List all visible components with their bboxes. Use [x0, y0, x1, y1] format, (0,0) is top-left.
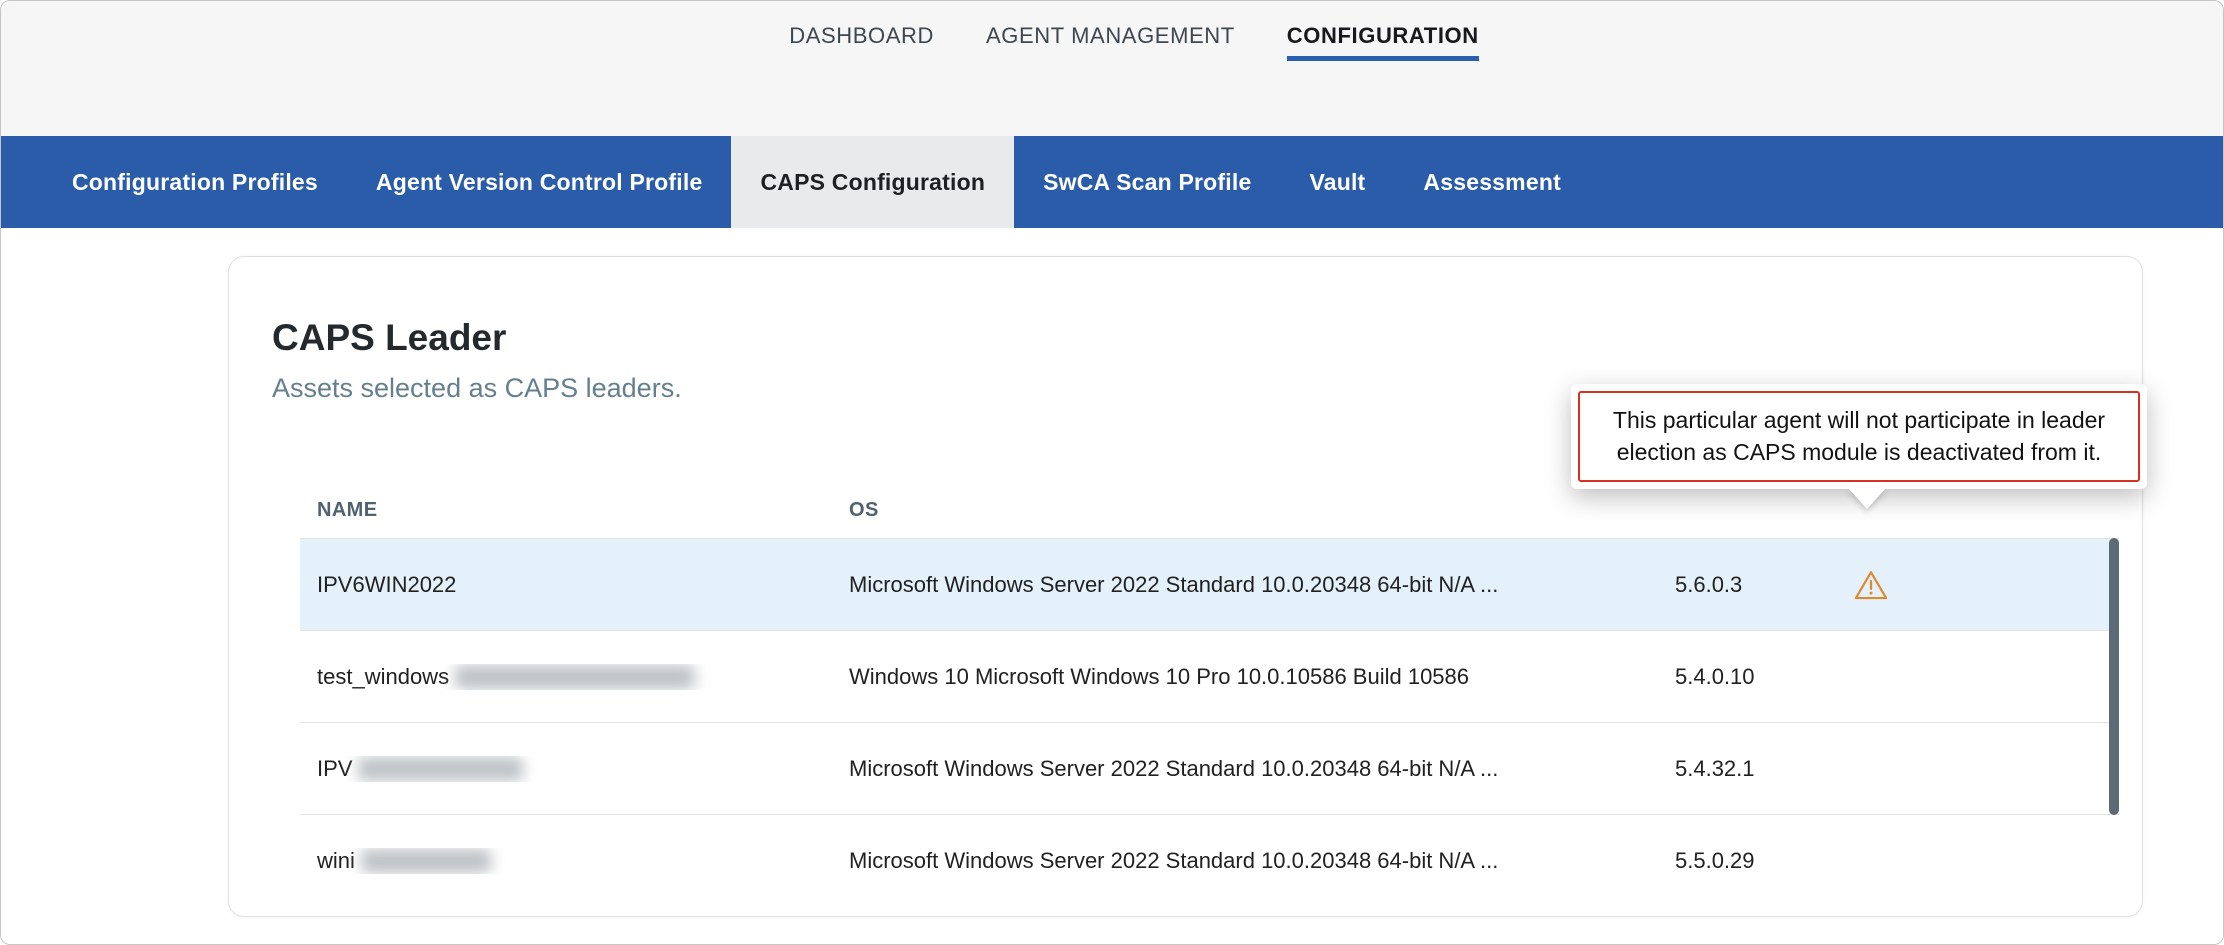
- sub-nav-assessment[interactable]: Assessment: [1394, 136, 1590, 228]
- asset-version-cell: 5.5.0.29: [1645, 848, 1825, 874]
- sub-nav-caps-configuration[interactable]: CAPS Configuration: [731, 136, 1014, 228]
- asset-name-cell: test_windows: [300, 664, 832, 690]
- top-nav-agent-management[interactable]: AGENT MANAGEMENT: [986, 23, 1235, 61]
- sub-nav-agent-version-control-profile[interactable]: Agent Version Control Profile: [347, 136, 732, 228]
- asset-version-cell: 5.4.32.1: [1645, 756, 1825, 782]
- asset-os-cell: Microsoft Windows Server 2022 Standard 1…: [832, 572, 1645, 598]
- top-nav-items: DASHBOARD AGENT MANAGEMENT CONFIGURATION: [789, 23, 1478, 136]
- warning-icon[interactable]: [1853, 569, 2119, 601]
- redacted-text: [361, 849, 491, 873]
- caps-leader-card: CAPS Leader Assets selected as CAPS lead…: [228, 256, 2143, 917]
- asset-version-cell: 5.4.0.10: [1645, 664, 1825, 690]
- top-nav-configuration[interactable]: CONFIGURATION: [1287, 23, 1479, 61]
- table-row[interactable]: IPV Microsoft Windows Server 2022 Standa…: [300, 722, 2119, 814]
- redacted-text: [358, 757, 523, 781]
- page-title: CAPS Leader: [272, 317, 2142, 359]
- top-nav-dashboard[interactable]: DASHBOARD: [789, 23, 934, 61]
- sub-nav-swca-scan-profile[interactable]: SwCA Scan Profile: [1014, 136, 1280, 228]
- caps-leader-table: NAME OS IPV6WIN2022 Microsoft Windows Se…: [300, 482, 2119, 906]
- app-window: DASHBOARD AGENT MANAGEMENT CONFIGURATION…: [0, 0, 2224, 945]
- column-header-name: NAME: [300, 499, 832, 522]
- tooltip-arrow: [1848, 488, 1886, 509]
- asset-version-cell: 5.6.0.3: [1645, 572, 1825, 598]
- table-row[interactable]: IPV6WIN2022 Microsoft Windows Server 202…: [300, 538, 2119, 630]
- asset-os-cell: Windows 10 Microsoft Windows 10 Pro 10.0…: [832, 664, 1645, 690]
- asset-name-cell: wini: [300, 848, 832, 874]
- asset-status-cell: [1825, 569, 2119, 601]
- asset-os-cell: Microsoft Windows Server 2022 Standard 1…: [832, 848, 1645, 874]
- column-header-os: OS: [832, 499, 1645, 522]
- warning-tooltip-text: This particular agent will not participa…: [1578, 391, 2140, 482]
- sub-nav: Configuration Profiles Agent Version Con…: [1, 136, 2223, 228]
- table-row[interactable]: wini Microsoft Windows Server 2022 Stand…: [300, 814, 2119, 906]
- table-header-row: NAME OS: [300, 482, 2119, 538]
- asset-os-cell: Microsoft Windows Server 2022 Standard 1…: [832, 756, 1645, 782]
- asset-name-cell: IPV6WIN2022: [300, 572, 832, 598]
- table-scrollbar[interactable]: [2109, 538, 2119, 815]
- warning-tooltip: This particular agent will not participa…: [1571, 384, 2147, 489]
- redacted-text: [455, 665, 695, 689]
- asset-name-cell: IPV: [300, 756, 832, 782]
- sub-nav-configuration-profiles[interactable]: Configuration Profiles: [43, 136, 347, 228]
- top-nav: DASHBOARD AGENT MANAGEMENT CONFIGURATION: [1, 1, 2223, 136]
- table-row[interactable]: test_windows Windows 10 Microsoft Window…: [300, 630, 2119, 722]
- sub-nav-vault[interactable]: Vault: [1280, 136, 1394, 228]
